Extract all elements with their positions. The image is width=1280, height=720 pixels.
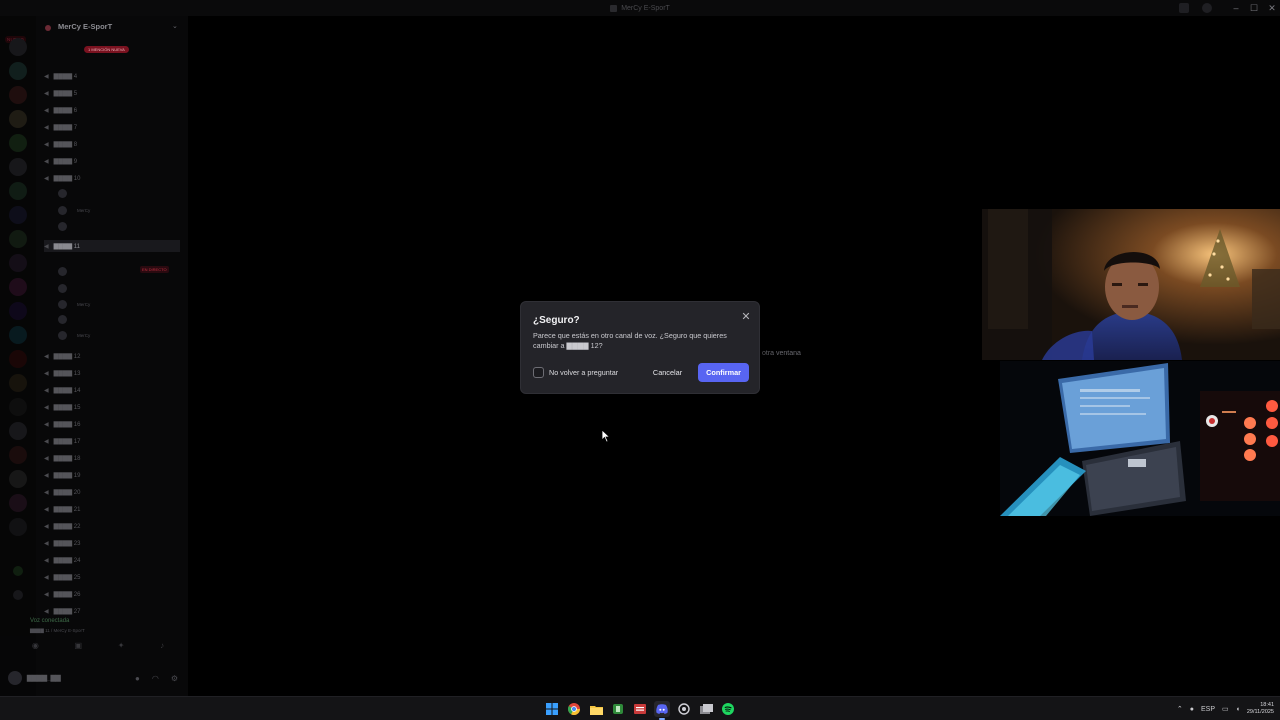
dialog-body: Parece que estás en otro canal de voz. ¿…: [533, 331, 727, 350]
confirm-button[interactable]: Confirmar: [698, 363, 749, 382]
chevron-up-icon[interactable]: ⌃: [1177, 705, 1183, 713]
language-indicator[interactable]: ESP: [1201, 706, 1215, 713]
volume-icon[interactable]: ◖: [1236, 706, 1240, 713]
cancel-button[interactable]: Cancelar: [644, 363, 691, 382]
file-explorer-icon[interactable]: [588, 701, 604, 717]
app-circle-icon[interactable]: [676, 701, 692, 717]
chrome-icon[interactable]: [566, 701, 582, 717]
clock[interactable]: 18:41 29/11/2025: [1247, 702, 1274, 716]
spotify-icon[interactable]: [720, 701, 736, 717]
network-icon[interactable]: ▭: [1222, 705, 1229, 713]
screen: MerCy E-SporT – ☐ ✕ NUEVO MerCy E-SporT: [0, 0, 1280, 720]
clock-time: 18:41: [1260, 702, 1274, 708]
dialog-title: ¿Seguro?: [533, 315, 580, 326]
clock-date: 29/11/2025: [1246, 709, 1274, 715]
dialog-actions: No volver a preguntar Cancelar Confirmar: [533, 363, 749, 382]
confirm-dialog: ¿Seguro? ✕ Parece que estás en otro cana…: [520, 301, 760, 394]
dont-ask-label[interactable]: No volver a preguntar: [549, 368, 618, 377]
mouse-cursor-icon: [601, 429, 611, 443]
modal-overlay: ¿Seguro? ✕ Parece que estás en otro cana…: [0, 0, 1280, 696]
discord-icon[interactable]: [654, 701, 670, 720]
microphone-tray-icon[interactable]: ●: [1190, 706, 1194, 713]
taskbar: ⌃ ● ESP ▭ ◖ 18:41 29/11/2025: [0, 696, 1280, 720]
app-window-icon[interactable]: [698, 701, 714, 717]
dont-ask-checkbox[interactable]: [533, 367, 544, 378]
windows-start-icon[interactable]: [544, 701, 560, 717]
app-green-icon[interactable]: [610, 701, 626, 717]
system-tray: ⌃ ● ESP ▭ ◖ 18:41 29/11/2025: [1177, 697, 1274, 720]
news-icon[interactable]: [632, 701, 648, 717]
close-icon[interactable]: ✕: [740, 311, 752, 323]
